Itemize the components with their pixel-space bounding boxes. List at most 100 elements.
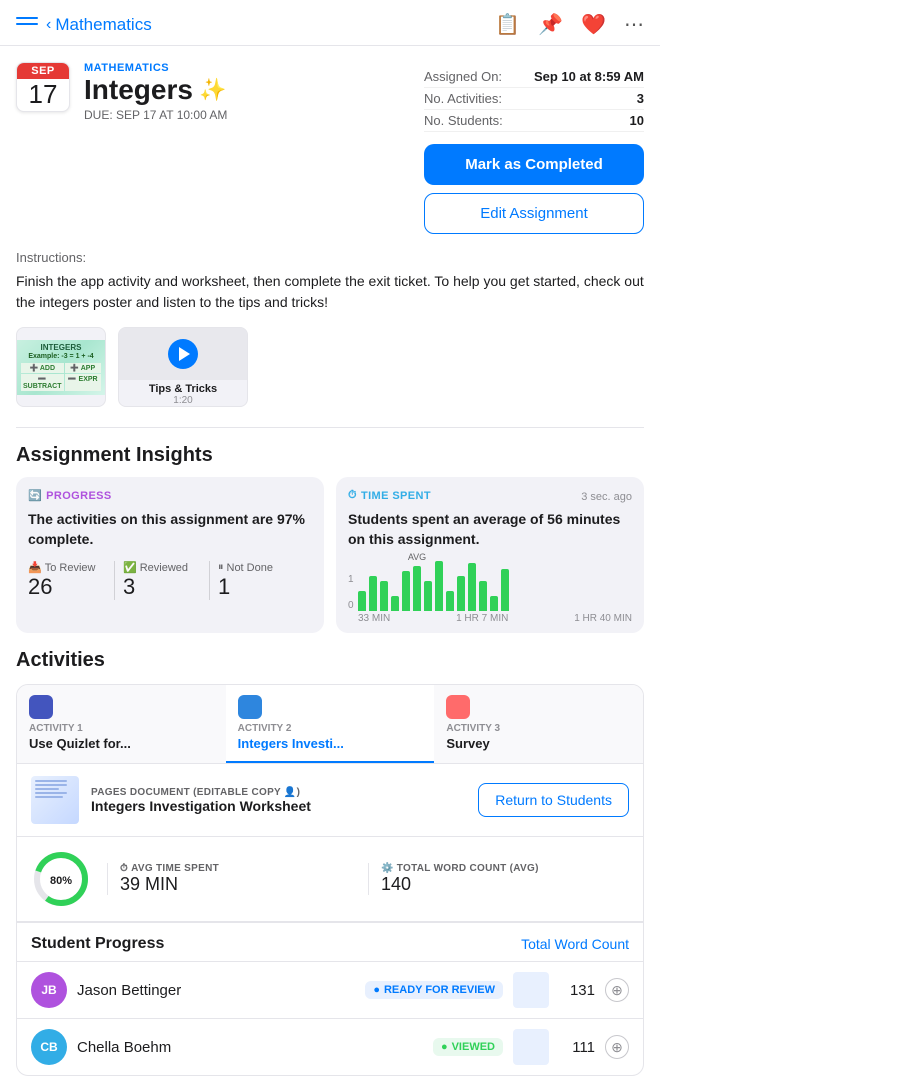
bar-8 <box>435 561 443 611</box>
quizlet-icon <box>29 695 53 719</box>
stats-row: 80% ⏱ AVG TIME SPENT 39 MIN ⚙️ TOTAL WOR… <box>17 837 643 922</box>
student-1-avatar: JB <box>31 972 67 1008</box>
student-1-doc-thumb[interactable] <box>513 972 549 1008</box>
reviewed-stat: ✅ Reviewed 3 <box>123 561 210 600</box>
assignment-left: SEP 17 MATHEMATICS Integers ✨ DUE: SEP 1… <box>16 62 408 234</box>
back-label: Mathematics <box>55 15 151 35</box>
review-dot-icon: ● <box>373 984 380 996</box>
bar-10 <box>457 576 465 611</box>
bar-14 <box>501 569 509 611</box>
insights-grid: 🔄 PROGRESS The activities on this assign… <box>0 477 660 633</box>
more-icon[interactable]: ⋯ <box>624 12 644 37</box>
progress-card: 🔄 PROGRESS The activities on this assign… <box>16 477 324 633</box>
activity-2-num: ACTIVITY 2 <box>238 723 423 734</box>
bar-7 <box>424 581 432 611</box>
activity-tab-2[interactable]: ACTIVITY 2 Integers Investi... <box>226 685 435 763</box>
word-count-stat: ⚙️ TOTAL WORD COUNT (AVG) 140 <box>368 863 629 895</box>
bar-6-avg: AVG <box>413 566 421 611</box>
nav-left: ‹ Mathematics <box>16 15 152 35</box>
completion-donut: 80% <box>31 849 91 909</box>
activity-tab-3[interactable]: ACTIVITY 3 Survey <box>434 685 643 763</box>
activities-label: No. Activities: <box>424 91 502 106</box>
student-1-name: Jason Bettinger <box>77 982 355 999</box>
student-2-more-button[interactable]: ⊕ <box>605 1035 629 1059</box>
return-to-students-button[interactable]: Return to Students <box>478 783 629 817</box>
chart-labels: 33 MIN 1 HR 7 MIN 1 HR 40 MIN <box>348 613 632 624</box>
assigned-on-label: Assigned On: <box>424 69 502 84</box>
calendar-day: 17 <box>17 79 69 111</box>
student-2-status: ● VIEWED <box>433 1038 503 1056</box>
students-label: No. Students: <box>424 113 503 128</box>
bar-5 <box>402 571 410 611</box>
tips-tricks-attachment[interactable]: Tips & Tricks 1:20 <box>118 327 248 407</box>
assignment-name: Integers ✨ <box>84 74 408 106</box>
poster-thumbnail: INTEGERS Example: -3 = 1 + -4 ➕ ADD ➕ AP… <box>17 340 105 395</box>
word-count-label: ⚙️ TOTAL WORD COUNT (AVG) <box>381 863 617 874</box>
time-spent-text: Students spent an average of 56 minutes … <box>348 510 632 549</box>
activity-1-name: Use Quizlet for... <box>29 736 214 751</box>
student-progress-header: Student Progress Total Word Count <box>17 922 643 961</box>
clock-icon: ⏱ <box>348 489 357 502</box>
progress-icon: 🔄 <box>28 489 42 502</box>
assignment-header: SEP 17 MATHEMATICS Integers ✨ DUE: SEP 1… <box>0 46 660 234</box>
not-done-stat: ⏸ Not Done 1 <box>218 561 304 600</box>
reviewed-value: 3 <box>123 574 201 600</box>
student-2-word-count: 111 <box>559 1039 595 1056</box>
edit-assignment-button[interactable]: Edit Assignment <box>424 193 644 234</box>
to-review-value: 26 <box>28 574 106 600</box>
top-nav: ‹ Mathematics 📋 📌 ❤️ ⋯ <box>0 0 660 46</box>
doc-name: Integers Investigation Worksheet <box>91 798 466 814</box>
calendar-badge: SEP 17 <box>16 62 70 112</box>
avg-time-value: 39 MIN <box>120 874 356 895</box>
bar-3 <box>380 581 388 611</box>
doc-tag: PAGES DOCUMENT (EDITABLE COPY 👤) <box>91 787 466 798</box>
pin-icon[interactable]: 📌 <box>538 12 563 37</box>
svg-text:80%: 80% <box>50 875 72 887</box>
not-done-label: ⏸ Not Done <box>218 561 296 574</box>
bar-9 <box>446 591 454 611</box>
word-count-value: 140 <box>381 874 617 895</box>
student-1-more-button[interactable]: ⊕ <box>605 978 629 1002</box>
insights-title: Assignment Insights <box>0 428 660 477</box>
word-count-icon: ⚙️ <box>381 863 394 874</box>
progress-stats: 📥 To Review 26 ✅ Reviewed 3 ⏸ Not Done 1 <box>28 561 312 600</box>
sparkle-icon: ✨ <box>199 77 226 103</box>
progress-text: The activities on this assignment are 97… <box>28 510 312 549</box>
total-word-count-link[interactable]: Total Word Count <box>521 936 629 952</box>
student-1-status: ● READY FOR REVIEW <box>365 981 503 999</box>
student-2-name: Chella Boehm <box>77 1039 423 1056</box>
students-value: 10 <box>630 113 644 128</box>
to-review-stat: 📥 To Review 26 <box>28 561 115 600</box>
student-2-doc-thumb[interactable] <box>513 1029 549 1065</box>
bar-13 <box>490 596 498 611</box>
activity-tab-1[interactable]: ACTIVITY 1 Use Quizlet for... <box>17 685 226 763</box>
activity-2-name: Integers Investi... <box>238 736 423 751</box>
avg-time-label: ⏱ AVG TIME SPENT <box>120 863 356 874</box>
student-row-2: CB Chella Boehm ● VIEWED 111 ⊕ <box>17 1018 643 1075</box>
mark-completed-button[interactable]: Mark as Completed <box>424 144 644 185</box>
clock-small-icon: ⏱ <box>120 863 128 874</box>
share-icon[interactable]: 📋 <box>495 12 520 37</box>
activities-card: ACTIVITY 1 Use Quizlet for... ACTIVITY 2… <box>16 684 644 1076</box>
viewed-dot-icon: ● <box>441 1041 448 1053</box>
activity-1-num: ACTIVITY 1 <box>29 723 214 734</box>
assignment-title-block: MATHEMATICS Integers ✨ DUE: SEP 17 AT 10… <box>84 62 408 122</box>
bar-1 <box>358 591 366 611</box>
back-button[interactable]: ‹ Mathematics <box>46 15 152 35</box>
bars-container: 1 0 AVG <box>348 561 632 611</box>
instructions-section: Instructions: Finish the app activity an… <box>0 234 660 313</box>
integers-poster-attachment[interactable]: INTEGERS Example: -3 = 1 + -4 ➕ ADD ➕ AP… <box>16 327 106 407</box>
activities-section: Activities ACTIVITY 1 Use Quizlet for...… <box>0 633 660 1076</box>
bar-2 <box>369 576 377 611</box>
survey-icon <box>446 695 470 719</box>
sidebar-toggle[interactable] <box>16 17 38 33</box>
bar-12 <box>479 581 487 611</box>
doc-info: PAGES DOCUMENT (EDITABLE COPY 👤) Integer… <box>91 787 466 814</box>
nav-icons: 📋 📌 ❤️ ⋯ <box>495 12 644 37</box>
assigned-on-value: Sep 10 at 8:59 AM <box>534 69 644 84</box>
assignment-due: DUE: SEP 17 AT 10:00 AM <box>84 108 408 122</box>
students-row: No. Students: 10 <box>424 110 644 132</box>
time-spent-tag: ⏱ TIME SPENT <box>348 489 431 502</box>
document-row: PAGES DOCUMENT (EDITABLE COPY 👤) Integer… <box>17 764 643 837</box>
heart-icon[interactable]: ❤️ <box>581 12 606 37</box>
